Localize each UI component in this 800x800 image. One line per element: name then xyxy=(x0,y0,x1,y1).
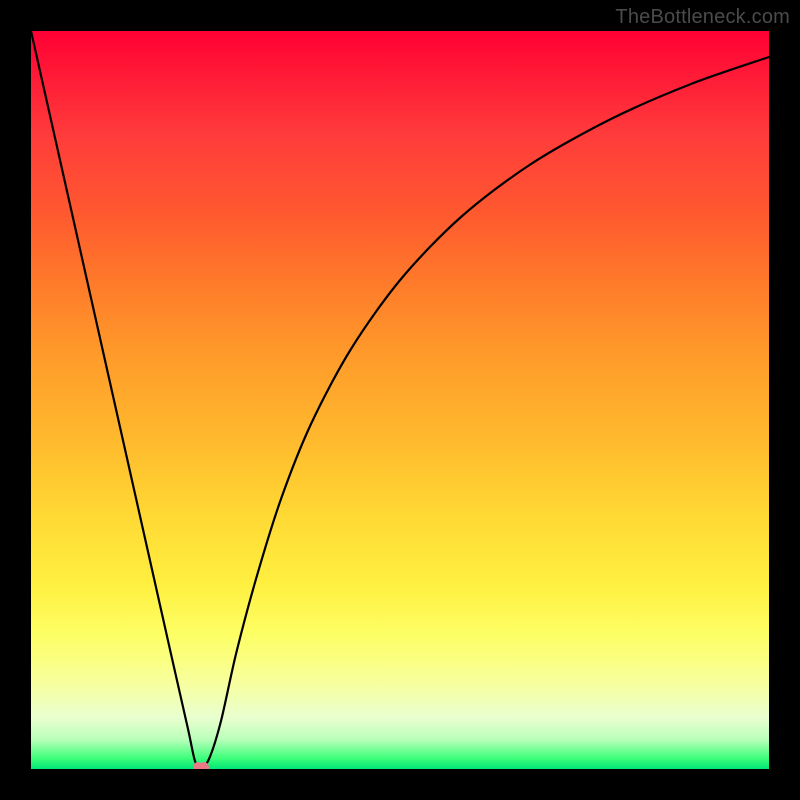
curve-layer xyxy=(31,31,769,769)
bottleneck-curve xyxy=(31,31,769,767)
chart-frame: TheBottleneck.com xyxy=(0,0,800,800)
plot-area xyxy=(31,31,769,769)
watermark-label: TheBottleneck.com xyxy=(615,6,790,29)
